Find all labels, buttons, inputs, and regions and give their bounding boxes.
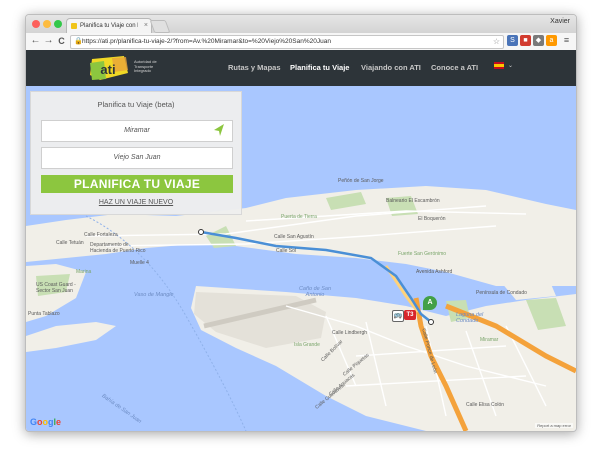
extension-red-icon[interactable]: ■: [520, 35, 531, 46]
logo-line: Integrado: [134, 68, 151, 73]
extension-puzzle-icon[interactable]: ◆: [533, 35, 544, 46]
address-bar[interactable]: 🔒 https://ati.pr/planifica-tu-viaje-2/?f…: [70, 35, 504, 49]
route-start-point[interactable]: [428, 319, 434, 325]
tab-close-icon[interactable]: ×: [144, 19, 148, 33]
map-label: Balneario El Escambrón: [386, 198, 440, 204]
browser-toolbar: ← → C 🔒 https://ati.pr/planifica-tu-viaj…: [26, 33, 576, 51]
spanish-flag-icon[interactable]: [494, 62, 504, 69]
map-label: Vaso de Mangle: [134, 292, 174, 298]
map-label: Departamento de Hacienda de Puerto Rico: [90, 242, 146, 254]
map-label: Laguna del Condado: [456, 312, 484, 324]
map-label: Caño de San Antonio: [298, 286, 332, 298]
close-window-button[interactable]: [32, 20, 40, 28]
logo-letter: e: [56, 417, 62, 427]
extension-s-icon[interactable]: S: [507, 35, 518, 46]
logo-caption: Autoridad de Transporte Integrado: [134, 59, 174, 74]
menu-hamburger-icon[interactable]: ≡: [561, 35, 572, 46]
nav-conoce-a-ati[interactable]: Conoce a ATI: [431, 63, 478, 72]
plan-trip-button[interactable]: PLANIFICA TU VIAJE: [41, 175, 233, 193]
ati-logo-icon[interactable]: ati: [86, 53, 132, 83]
chevron-down-icon[interactable]: ⌄: [508, 62, 513, 69]
locate-me-arrow-icon[interactable]: [213, 123, 225, 137]
map-label: Península de Condado: [476, 290, 527, 296]
browser-tab[interactable]: Planifica tu Viaje con la Au ×: [66, 18, 152, 34]
ati-favicon-icon: [71, 23, 77, 29]
nav-viajando-con-ati[interactable]: Viajando con ATI: [361, 63, 421, 72]
map-label: Marina: [76, 269, 92, 275]
origin-input[interactable]: Miramar: [41, 120, 233, 142]
forward-arrow-icon[interactable]: →: [43, 35, 54, 47]
minimize-window-button[interactable]: [43, 20, 51, 28]
planner-title: Planifica tu Viaje (beta): [97, 100, 175, 109]
map-view[interactable]: Peñón de San Jorge Balneario El Escambró…: [26, 86, 576, 431]
origin-marker-a[interactable]: A: [423, 296, 437, 310]
browser-window: Planifica tu Viaje con la Au × Xavier ← …: [25, 14, 577, 432]
nav-planifica-tu-viaje[interactable]: Planifica tu Viaje: [290, 63, 349, 72]
url-text: https://ati.pr/planifica-tu-viaje-2/?fro…: [82, 38, 331, 45]
map-label: Calle Lindbergh: [332, 330, 368, 336]
map-label: Isla Grande: [294, 342, 320, 348]
map-label: Puerta de Tierra: [281, 214, 317, 220]
map-label: Peñón de San Jorge: [338, 178, 384, 184]
new-tab-button[interactable]: [149, 20, 171, 33]
map-label: Calle Fortaleza: [84, 232, 118, 238]
land-southwest: [26, 322, 116, 352]
back-arrow-icon[interactable]: ←: [30, 35, 41, 47]
map-label: El Boquerón: [418, 216, 446, 222]
nav-rutas-y-mapas[interactable]: Rutas y Mapas: [228, 63, 281, 72]
map-label: Calle Sol: [276, 248, 297, 254]
bookmark-star-icon[interactable]: ☆: [493, 36, 500, 48]
map-label: Fuerte San Gerónimo: [398, 251, 447, 257]
amazon-extension-icon[interactable]: a: [546, 35, 557, 46]
map-label: Calle San Agustín: [274, 234, 314, 240]
map-label: Avenida Ashford: [416, 269, 453, 275]
map-label: Calle Elisa Colón: [466, 402, 505, 408]
map-label: Punta Tablazo: [28, 311, 60, 317]
route-t3-badge[interactable]: T3: [404, 310, 416, 320]
bus-icon[interactable]: 🚌: [392, 310, 404, 322]
site-navbar: ati Autoridad de Transporte Integrado Ru…: [26, 50, 576, 86]
logo-letter: G: [30, 417, 38, 427]
reload-icon[interactable]: C: [56, 35, 67, 47]
map-label: Miramar: [480, 337, 499, 343]
tab-bar: Planifica tu Viaje con la Au × Xavier: [26, 15, 576, 34]
svg-text:ati: ati: [100, 62, 115, 77]
report-map-error-link[interactable]: Report a map error: [535, 423, 573, 428]
map-label: US Coast Guard - Sector San Juan: [36, 282, 76, 294]
zoom-window-button[interactable]: [54, 20, 62, 28]
destination-input[interactable]: Viejo San Juan: [41, 147, 233, 169]
profile-name[interactable]: Xavier: [550, 18, 570, 25]
trip-planner-panel: Planifica tu Viaje (beta) Miramar Viejo …: [30, 91, 242, 215]
new-trip-link[interactable]: HAZ UN VIAJE NUEVO: [31, 199, 241, 206]
route-end-point[interactable]: [198, 229, 204, 235]
map-label: Calle Tetuán: [56, 240, 84, 246]
tab-title: Planifica tu Viaje con la Au: [80, 23, 138, 29]
google-logo: Google: [30, 417, 61, 427]
map-label: Muelle 4: [130, 260, 149, 266]
